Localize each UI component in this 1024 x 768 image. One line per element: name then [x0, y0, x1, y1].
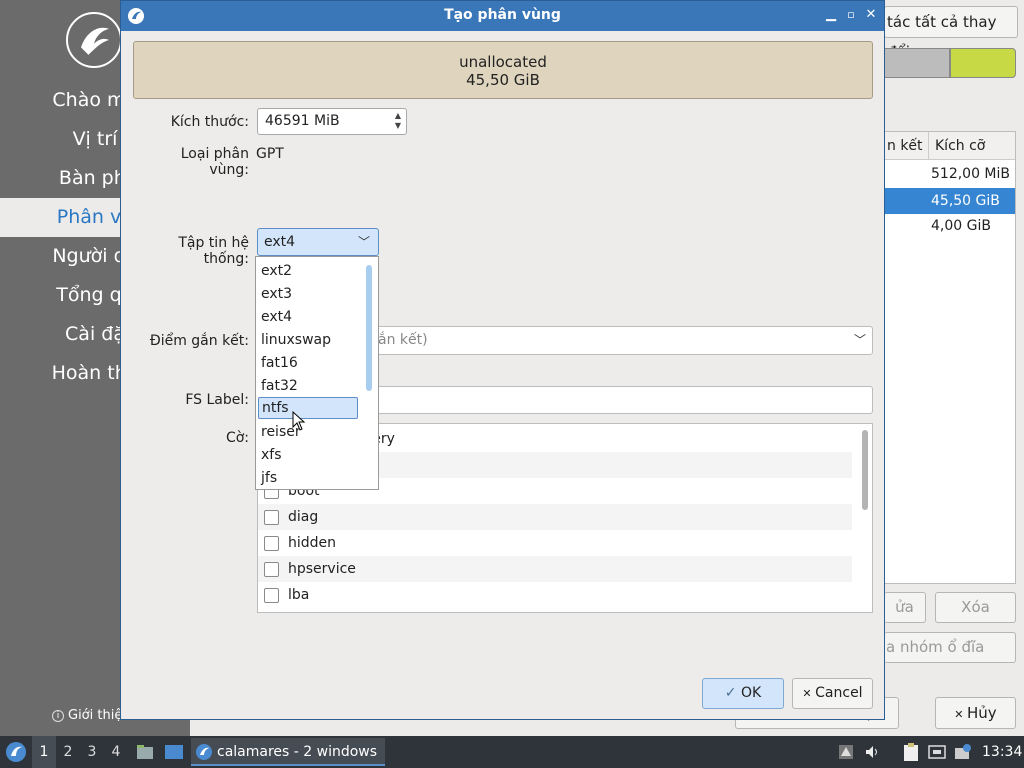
close-icon: ✕ — [954, 708, 968, 721]
taskbar-task-calamares[interactable]: calamares - 2 windows — [191, 738, 385, 766]
minimize-icon[interactable]: ▁ — [823, 7, 839, 23]
volume-icon[interactable] — [864, 744, 880, 760]
partition-type-label: Loại phân vùng: — [180, 146, 249, 178]
clipboard-icon[interactable] — [902, 742, 920, 762]
create-partition-dialog: Tạo phân vùng ▁ ▫ ✕ unallocated 45,50 Gi… — [120, 0, 885, 720]
flag-label: diag — [288, 509, 319, 525]
dropdown-option-jfs[interactable]: jfs — [258, 467, 358, 489]
dropdown-option-fat16[interactable]: fat16 — [258, 352, 358, 374]
spin-arrows-icon[interactable]: ▲ ▼ — [395, 111, 401, 131]
partition-bar-segment — [950, 48, 1016, 78]
clock[interactable]: 13:34 — [982, 736, 1022, 768]
dropdown-option-linuxswap[interactable]: linuxswap — [258, 329, 358, 351]
partition-table[interactable]: n kết Kích cỡ 512,00 MiB 45,50 GiB 4,00 … — [884, 131, 1016, 584]
workspace-4[interactable]: 4 — [104, 736, 128, 768]
filesystem-label: Tập tin hệ thống: — [178, 235, 249, 267]
column-header-size[interactable]: Kích cỡ — [929, 132, 1015, 160]
workspace-2[interactable]: 2 — [56, 736, 80, 768]
flag-row[interactable]: hidden — [258, 530, 852, 556]
volume-group-button[interactable]: a nhóm ổ đĩa — [884, 632, 1016, 663]
chevron-down-icon: ﹀ — [853, 333, 866, 347]
task-label: calamares - 2 windows — [217, 744, 378, 760]
calamares-icon — [196, 744, 212, 760]
dropdown-option-fat32[interactable]: fat32 — [258, 375, 358, 397]
edit-button[interactable]: ửa — [884, 592, 926, 623]
close-icon[interactable]: ✕ — [863, 7, 879, 23]
partition-size: 45,50 GiB — [466, 71, 540, 89]
mount-point-placeholder: ắn kết) — [378, 332, 428, 348]
cancel-label: Cancel — [815, 685, 863, 701]
size-label: Kích thước: — [170, 114, 249, 130]
chevron-down-icon: ﹀ — [357, 235, 370, 249]
close-icon: ✕ — [802, 687, 816, 700]
flag-row[interactable]: hpservice — [258, 556, 852, 582]
partition-preview: unallocated 45,50 GiB — [133, 41, 873, 99]
update-icon[interactable] — [838, 744, 854, 760]
size-spinbox[interactable]: 46591 MiB ▲ ▼ — [257, 108, 407, 135]
filesystem-value: ext4 — [264, 234, 296, 250]
dialog-title: Tạo phân vùng — [444, 7, 561, 23]
ok-button[interactable]: ✓ OK — [702, 678, 784, 709]
ok-label: OK — [740, 685, 762, 701]
maximize-icon[interactable]: ▫ — [843, 7, 859, 23]
table-cell-size: 45,50 GiB — [931, 193, 1000, 209]
mouse-cursor-icon — [292, 411, 306, 431]
flag-row[interactable]: lba — [258, 582, 852, 608]
show-desktop-icon[interactable] — [164, 743, 184, 761]
lubuntu-logo-icon — [66, 12, 122, 68]
dropdown-option-ext3[interactable]: ext3 — [258, 283, 358, 305]
flags-scrollbar[interactable] — [862, 430, 868, 510]
cancel-button[interactable]: ✕ Cancel — [792, 678, 873, 709]
notification-icon[interactable] — [954, 744, 972, 760]
flag-checkbox[interactable] — [264, 510, 279, 525]
dropdown-scrollbar[interactable] — [366, 265, 372, 391]
dropdown-option-reiser[interactable]: reiser — [258, 421, 358, 443]
delete-button[interactable]: Xóa — [935, 592, 1016, 623]
filesystem-combobox[interactable]: ext4 ﹀ — [257, 228, 379, 256]
dropdown-option-xfs[interactable]: xfs — [258, 444, 358, 466]
table-cell-size: 4,00 GiB — [931, 218, 991, 234]
network-icon[interactable] — [928, 744, 946, 760]
flag-checkbox[interactable] — [264, 536, 279, 551]
workspace-3[interactable]: 3 — [80, 736, 104, 768]
check-icon: ✓ — [724, 685, 741, 701]
partition-name: unallocated — [459, 53, 547, 71]
workspace-1[interactable]: 1 — [32, 736, 56, 768]
info-icon: i — [52, 709, 64, 722]
flag-checkbox[interactable] — [264, 562, 279, 577]
flag-checkbox[interactable] — [264, 588, 279, 603]
fs-label-label: FS Label: — [185, 392, 249, 408]
dropdown-option-ext4[interactable]: ext4 — [258, 306, 358, 328]
mount-point-label: Điểm gắn kết: — [149, 333, 249, 349]
taskbar: 1 2 3 4 calamares - 2 windows 13:34 — [0, 736, 1024, 768]
revert-all-changes-button[interactable]: tác tất cả thay đổi — [884, 6, 1018, 61]
dialog-titlebar[interactable]: Tạo phân vùng ▁ ▫ ✕ — [121, 1, 884, 31]
file-manager-icon[interactable] — [136, 743, 154, 761]
flag-label: hidden — [288, 535, 337, 551]
partition-type-value: GPT — [256, 146, 284, 162]
flag-row[interactable]: diag — [258, 504, 852, 530]
size-value: 46591 MiB — [265, 113, 340, 129]
dropdown-option-ntfs[interactable]: ntfs — [258, 397, 358, 419]
flag-label: lba — [288, 587, 310, 603]
flag-label: hpservice — [288, 561, 356, 577]
filesystem-dropdown-list[interactable]: ext2 ext3 ext4 linuxswap fat16 fat32 ntf… — [255, 256, 379, 490]
column-header-mountpoint[interactable]: n kết — [885, 132, 929, 160]
table-cell-size: 512,00 MiB — [931, 166, 1011, 182]
flags-label: Cờ: — [225, 430, 249, 446]
partition-bar-segment — [884, 48, 950, 78]
about-button[interactable]: i Giới thiệu — [52, 708, 131, 723]
cancel-install-button[interactable]: ✕ Hủy — [935, 697, 1016, 729]
cancel-install-label: Hủy — [967, 704, 997, 722]
start-menu-icon[interactable] — [4, 740, 28, 764]
dropdown-option-ext2[interactable]: ext2 — [258, 260, 358, 282]
